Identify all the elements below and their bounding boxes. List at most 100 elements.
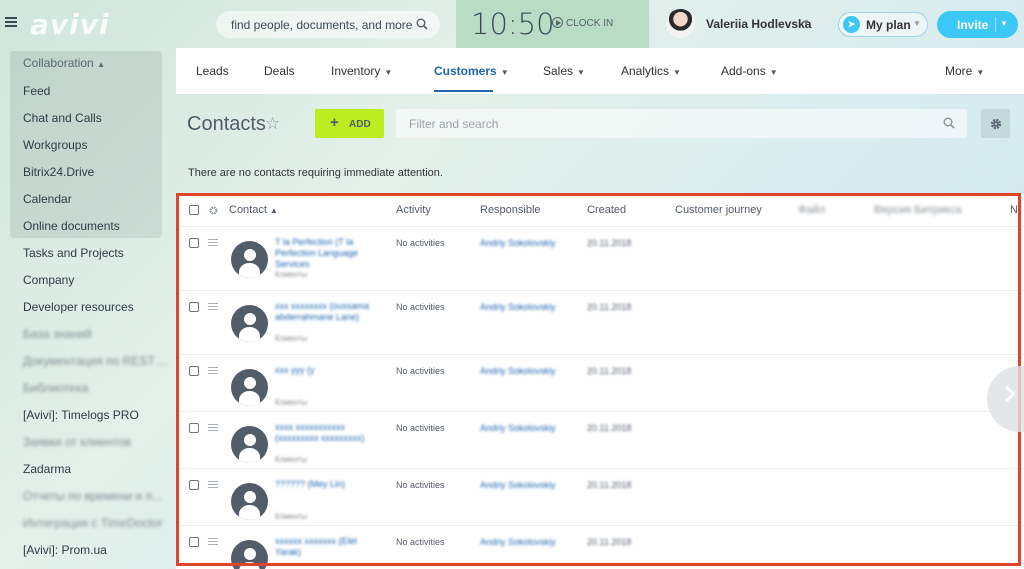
rocket-icon: ➤ [843,16,860,33]
drag-handle-icon[interactable] [208,239,218,246]
table-row[interactable]: xxx yyy (y Клиенты No activities Andriy Sok… [176,355,1024,419]
table-row[interactable]: xxxx xxxxxxxxxxx (xxxxxxxxx xxxxxxxxx) Кл… [176,412,1024,476]
nav-tab-label: Leads [196,64,229,78]
settings-button[interactable] [981,109,1010,138]
drag-handle-icon[interactable] [208,538,218,545]
sidebar-group-title[interactable]: Collaboration ▲ [23,56,105,70]
drag-handle-icon[interactable] [208,367,218,374]
chevron-down-icon: ▼ [673,68,681,77]
row-checkbox[interactable] [189,537,199,547]
sidebar-item[interactable]: База знаний [23,327,92,341]
sidebar-item[interactable]: [Avivi]: Prom.ua [23,543,107,557]
nav-tab[interactable]: Analytics ▼ [621,64,681,78]
responsible-link[interactable]: Andriy Sokolovskiy [480,537,556,547]
search-icon [416,18,428,30]
nav-tab-label: Analytics [621,64,670,78]
chevron-down-icon[interactable]: ▼ [1000,19,1008,28]
clock-in-button[interactable]: CLOCK IN [552,17,613,29]
nav-tab[interactable]: Deals [264,64,295,78]
table-row[interactable]: T la Perfection (T la Perfection Languag… [176,227,1024,291]
nav-tab[interactable]: Sales ▼ [543,64,585,78]
nav-more[interactable]: More ▼ [945,64,984,78]
sidebar-item[interactable]: Заявки от клиентов [23,435,131,449]
responsible-link[interactable]: Andriy Sokolovskiy [480,423,556,433]
sidebar-item[interactable]: Online documents [23,219,120,233]
avatar [231,540,268,569]
responsible-link[interactable]: Andriy Sokolovskiy [480,302,556,312]
column-header[interactable]: Created [587,204,626,216]
search-icon [943,117,955,129]
sidebar-item[interactable]: Документация по REST ... [23,354,168,368]
clock-time: 10:50 [471,7,555,41]
search-placeholder: find people, documents, and more [231,18,413,32]
drag-handle-icon[interactable] [208,303,218,310]
global-search-input[interactable]: find people, documents, and more [216,11,440,38]
page-title: Contacts [187,113,266,135]
row-checkbox[interactable] [189,480,199,490]
contact-name-link[interactable]: xxx xxxxxxxx (oussama abderrahmane Lane) [275,301,370,323]
sidebar-item[interactable]: Workgroups [23,138,87,152]
filter-search-input[interactable]: Filter and search [396,109,967,138]
filter-placeholder: Filter and search [409,117,499,131]
contact-name-link[interactable]: T la Perfection (T la Perfection Languag… [275,237,370,270]
responsible-link[interactable]: Andriy Sokolovskiy [480,480,556,490]
contact-name-link[interactable]: ?????? (Mey Lin) [275,479,370,490]
select-all-checkbox[interactable] [189,205,199,215]
nav-tab-label: Deals [264,64,295,78]
contact-name-link[interactable]: xxxx xxxxxxxxxxx (xxxxxxxxx xxxxxxxxx) [275,422,370,444]
sidebar-item[interactable]: Calendar [23,192,72,206]
column-header[interactable]: Customer journey [675,204,762,216]
invite-button[interactable]: Invite ▼ [937,11,1018,38]
row-checkbox[interactable] [189,366,199,376]
sidebar-item[interactable]: Отчеты по времени и п... [23,489,162,503]
contact-type: Клиенты [275,334,308,343]
sidebar-item[interactable]: Bitrix24.Drive [23,165,94,179]
table-row[interactable]: xxxxxx xxxxxxx (Elet Yarak) No activities… [176,526,1024,569]
sidebar-item[interactable]: Интеграция с TimeDoctor [23,516,162,530]
column-header[interactable]: Версия Битрикса [874,204,961,216]
sidebar-item[interactable]: Zadarma [23,462,71,476]
sidebar-item[interactable]: Tasks and Projects [23,246,124,260]
nav-tab[interactable]: Inventory ▼ [331,64,392,78]
column-header[interactable]: Activity [396,204,431,216]
nav-tab[interactable]: Customers ▼ [434,64,509,78]
my-plan-button[interactable]: ➤ My plan ▼ [838,12,928,37]
sidebar-item[interactable]: Feed [23,84,50,98]
table-row[interactable]: ?????? (Mey Lin) Клиенты No activities Andr… [176,469,1024,533]
table-row[interactable]: xxx xxxxxxxx (oussama abderrahmane Lane)… [176,291,1024,355]
contact-type: Клиенты [275,455,308,464]
contact-name-link[interactable]: xxxxxx xxxxxxx (Elet Yarak) [275,536,370,558]
clock-in-label: CLOCK IN [566,18,614,29]
column-header[interactable]: Contact [229,204,267,216]
sidebar-item[interactable]: Developer resources [23,300,134,314]
nav-tab[interactable]: Leads [196,64,229,78]
drag-handle-icon[interactable] [208,481,218,488]
star-icon[interactable]: ☆ [265,114,280,134]
sidebar-item[interactable]: Company [23,273,74,287]
chevron-down-icon: ▼ [577,68,585,77]
activity-cell: No activities [396,480,445,490]
nav-tab-label: Inventory [331,64,381,78]
drag-handle-icon[interactable] [208,424,218,431]
sidebar-item[interactable]: [Avivi]: Timelogs PRO [23,408,139,422]
activity-cell: No activities [396,366,445,376]
row-checkbox[interactable] [189,302,199,312]
contact-name-link[interactable]: xxx yyy (y [275,365,370,376]
column-header[interactable]: Responsible [480,204,541,216]
add-button[interactable]: + ADD [315,109,384,138]
responsible-link[interactable]: Andriy Sokolovskiy [480,366,556,376]
contact-type: Клиенты [275,512,308,521]
nav-tab[interactable]: Add-ons ▼ [721,64,778,78]
responsible-link[interactable]: Andriy Sokolovskiy [480,238,556,248]
row-checkbox[interactable] [189,238,199,248]
gear-icon[interactable] [208,205,219,216]
column-header[interactable]: Файл [798,204,825,216]
logo[interactable]: avivi [30,8,110,41]
menu-icon[interactable] [5,17,17,27]
sidebar-item[interactable]: Chat and Calls [23,111,102,125]
row-checkbox[interactable] [189,423,199,433]
column-header[interactable]: N [1010,204,1018,216]
my-plan-label: My plan [866,18,911,32]
sidebar-item[interactable]: Библиотека [23,381,88,395]
nav-tab-label: Sales [543,64,574,78]
